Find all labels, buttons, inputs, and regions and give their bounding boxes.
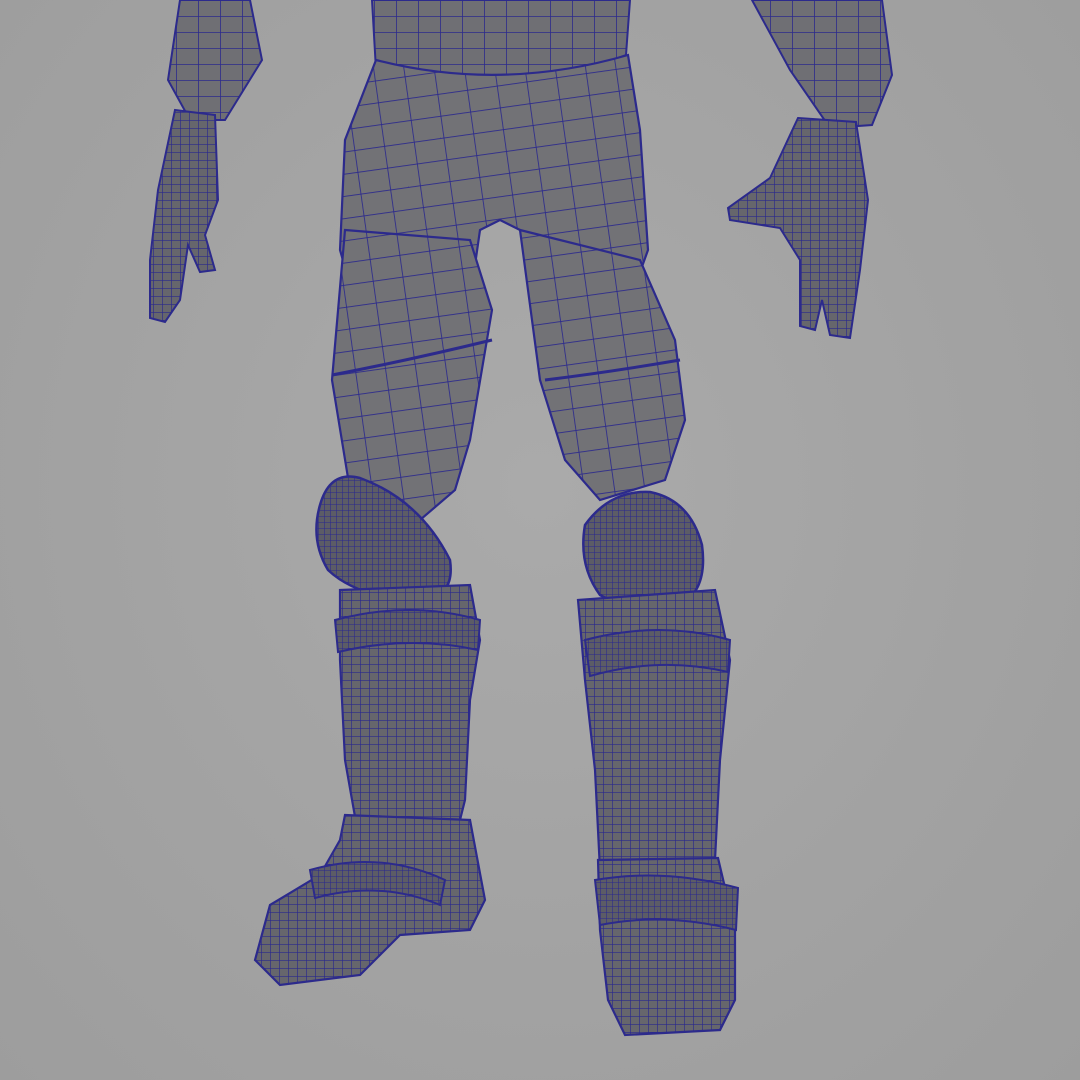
3d-viewport[interactable] [0,0,1080,1080]
left-boot [253,813,487,987]
right-knee-pad [582,490,705,609]
left-hand [149,108,220,324]
right-thigh [518,228,687,502]
right-forearm [750,0,894,130]
wireframe-character-model [149,0,894,1037]
left-forearm [166,0,264,121]
right-hand [726,116,870,340]
